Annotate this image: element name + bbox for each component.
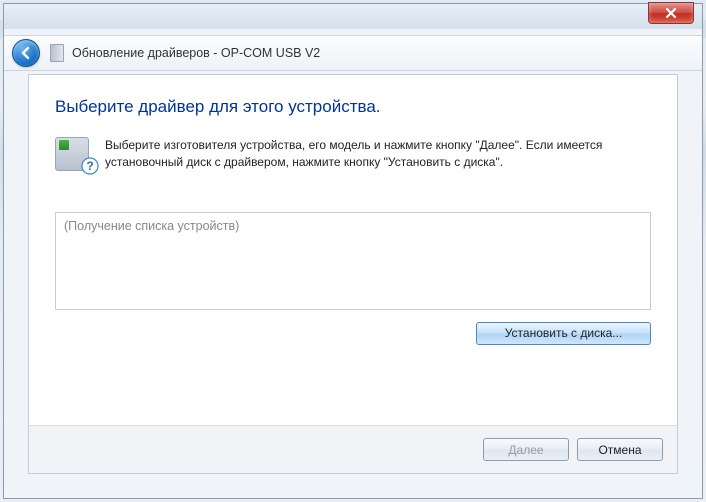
content-panel: Выберите драйвер для этого устройства. ?… (28, 74, 678, 474)
footer: Далее Отмена (29, 425, 677, 473)
device-list-placeholder: (Получение списка устройств) (64, 219, 239, 233)
wizard-window: Обновление драйверов - OP-COM USB V2 Выб… (3, 3, 703, 499)
page-heading: Выберите драйвер для этого устройства. (55, 97, 651, 117)
close-button[interactable] (648, 2, 694, 24)
instruction-row: ? Выберите изготовителя устройства, его … (55, 137, 651, 172)
window-title: Обновление драйверов - OP-COM USB V2 (72, 46, 320, 60)
svg-text:?: ? (86, 159, 93, 173)
cancel-label: Отмена (598, 443, 641, 457)
device-icon: ? (55, 137, 95, 171)
device-list: (Получение списка устройств) (55, 212, 651, 310)
header-bar: Обновление драйверов - OP-COM USB V2 (4, 35, 702, 71)
instruction-text: Выберите изготовителя устройства, его мо… (105, 137, 651, 172)
help-overlay-icon: ? (81, 157, 99, 175)
back-arrow-icon (18, 45, 34, 61)
device-title-icon (50, 44, 64, 62)
install-from-disk-button[interactable]: Установить с диска... (476, 322, 651, 345)
cancel-button[interactable]: Отмена (577, 438, 663, 461)
close-icon (665, 7, 677, 19)
next-button[interactable]: Далее (483, 438, 569, 461)
back-button[interactable] (12, 39, 40, 67)
install-from-disk-label: Установить с диска... (505, 326, 623, 340)
next-label: Далее (508, 443, 543, 457)
